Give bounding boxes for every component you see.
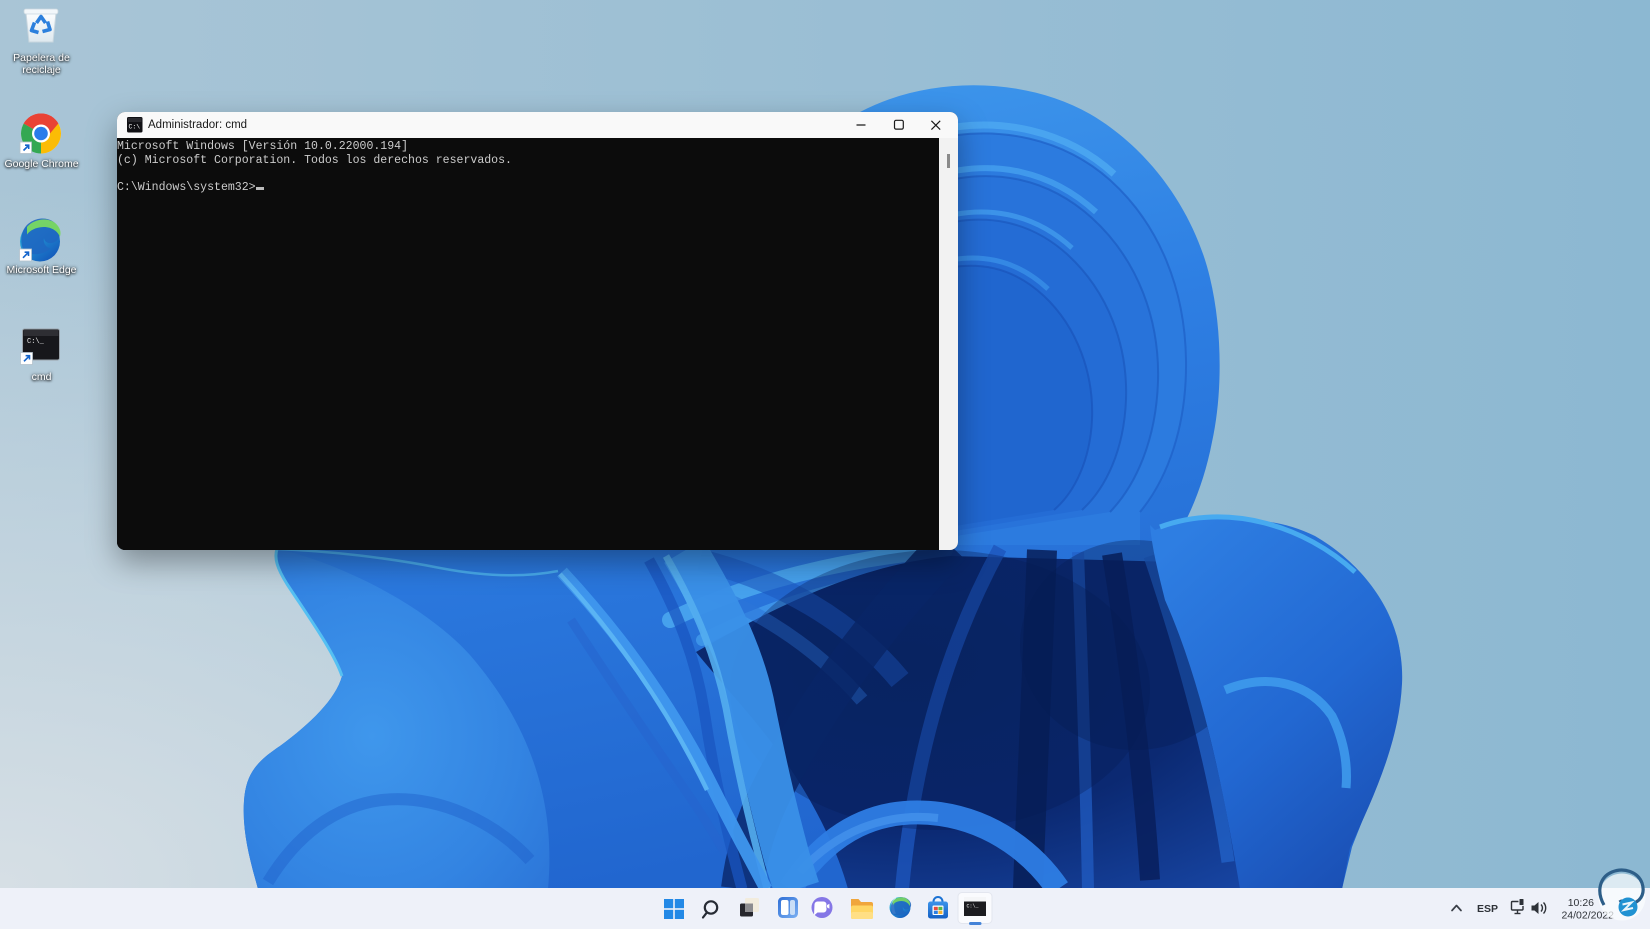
svg-text:C:\_: C:\_	[967, 904, 980, 910]
svg-text:C:\: C:\	[129, 124, 141, 131]
svg-text:C:\_: C:\_	[27, 338, 45, 346]
svg-text:ESP: ESP	[1477, 903, 1498, 915]
